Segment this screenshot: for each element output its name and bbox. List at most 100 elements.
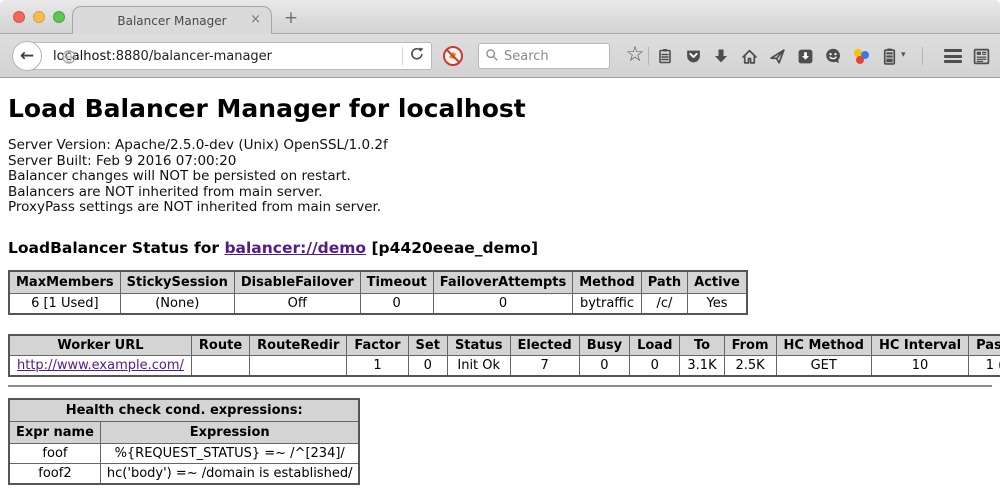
health-check-table: Health check cond. expressions: Expr nam… [8, 398, 360, 485]
cell-elected: 7 [510, 355, 579, 376]
column-header: Load [630, 335, 680, 356]
cell-hc-method: GET [776, 355, 871, 376]
status-suffix: [p4420eeae_demo] [366, 239, 538, 257]
table-header-row: Worker URL Route RouteRedir Factor Set S… [9, 335, 1000, 356]
cell-expr-name: foof2 [9, 463, 100, 484]
cell-active: Yes [688, 293, 747, 314]
title-bar: Balancer Manager × + [0, 0, 1000, 34]
back-button[interactable]: ← [12, 41, 42, 71]
server-info-block: Server Version: Apache/2.5.0-dev (Unix) … [8, 138, 992, 216]
balancer-status-heading: LoadBalancer Status for balancer://demo … [8, 239, 992, 257]
table-row: foof2 hc('body') =~ /domain is establish… [9, 463, 359, 484]
cell-busy: 0 [579, 355, 629, 376]
table-row: http://www.example.com/ 1 0 Init Ok 7 0 … [9, 355, 1000, 376]
column-header: Elected [510, 335, 579, 356]
column-header: Path [641, 271, 687, 294]
globe-icon [61, 49, 77, 69]
search-input[interactable] [504, 49, 599, 64]
server-built-line: Server Built: Feb 9 2016 07:00:20 [8, 154, 992, 170]
cell-factor: 1 [347, 355, 408, 376]
menu-hamburger-icon[interactable] [944, 49, 962, 63]
toolbar-divider [648, 47, 649, 65]
section-divider [8, 385, 992, 387]
url-text[interactable]: localhost:8880/balancer-manager [53, 49, 272, 64]
cell-hc-interval: 10 [871, 355, 968, 376]
cell-expr-name: foof [9, 443, 100, 463]
column-header: RouteRedir [250, 335, 347, 356]
table-header-row: MaxMembers StickySession DisableFailover… [9, 271, 747, 294]
cell-disablefailover: Off [234, 293, 360, 314]
cell-stickysession: (None) [120, 293, 234, 314]
inherit-notice-line: Balancers are NOT inherited from main se… [8, 185, 992, 201]
close-window-button[interactable] [13, 11, 25, 23]
search-box[interactable] [478, 43, 610, 69]
column-header: HC Interval [871, 335, 968, 356]
status-prefix: LoadBalancer Status for [8, 239, 224, 257]
clipboard-icon[interactable] [656, 47, 674, 65]
cell-passes: 1 (0) [969, 355, 1000, 376]
new-tab-button[interactable]: + [280, 8, 302, 28]
cell-from: 2.5K [724, 355, 776, 376]
cell-load: 0 [630, 355, 680, 376]
column-header: Status [447, 335, 510, 356]
table-row: 6 [1 Used] (None) Off 0 0 bytraffic /c/ … [9, 293, 747, 314]
search-icon [485, 47, 499, 66]
minimize-window-button[interactable] [33, 11, 45, 23]
tab-balancer-manager[interactable]: Balancer Manager × [72, 6, 272, 34]
persist-notice-line: Balancer changes will NOT be persisted o… [8, 169, 992, 185]
zoom-window-button[interactable] [53, 11, 65, 23]
column-header: Worker URL [9, 335, 191, 356]
column-header: Busy [579, 335, 629, 356]
column-header: Expression [100, 421, 359, 443]
tab-close-icon[interactable]: × [250, 12, 261, 28]
cell-maxmembers: 6 [1 Used] [9, 293, 120, 314]
pocket-icon[interactable] [684, 47, 702, 65]
cell-path: /c/ [641, 293, 687, 314]
cell-expression: %{REQUEST_STATUS} =~ /^[234]/ [100, 443, 359, 463]
bookmark-star-icon[interactable]: ☆ [626, 45, 644, 63]
plugin-blocked-icon[interactable] [442, 45, 464, 67]
downloads-icon[interactable] [712, 47, 730, 65]
column-header: HC Method [776, 335, 871, 356]
worker-url-link[interactable]: http://www.example.com/ [17, 358, 184, 373]
colored-dots-icon[interactable] [852, 47, 870, 65]
send-plane-icon[interactable] [768, 47, 786, 65]
toolbar-divider [922, 47, 923, 65]
url-bar[interactable]: localhost:8880/balancer-manager [28, 42, 432, 70]
column-header: Route [191, 335, 249, 356]
home-icon[interactable] [740, 47, 758, 65]
column-header: Method [573, 271, 641, 294]
forum-smiley-icon[interactable] [824, 47, 842, 65]
chevron-down-icon[interactable]: ▾ [901, 50, 906, 60]
tab-title: Balancer Manager [117, 14, 226, 28]
balancer-demo-link[interactable]: balancer://demo [224, 239, 366, 257]
column-header: FailoverAttempts [433, 271, 573, 294]
reload-icon[interactable] [403, 46, 431, 66]
cell-failoverattempts: 0 [433, 293, 573, 314]
table-header-row: Expr name Expression [9, 421, 359, 443]
download-panel-icon[interactable] [796, 47, 814, 65]
column-header: MaxMembers [9, 271, 120, 294]
url-path: :8880/balancer-manager [111, 49, 272, 64]
column-header: Factor [347, 335, 408, 356]
cell-routeredir [250, 355, 347, 376]
archive-battery-icon[interactable] [880, 47, 898, 65]
colored-dots [853, 48, 869, 64]
health-table-title: Health check cond. expressions: [9, 399, 359, 422]
cell-set: 0 [408, 355, 447, 376]
pages-grid-icon[interactable] [972, 47, 990, 65]
balancer-summary-table: MaxMembers StickySession DisableFailover… [8, 270, 748, 315]
column-header: Expr name [9, 421, 100, 443]
proxypass-notice-line: ProxyPass settings are NOT inherited fro… [8, 200, 992, 216]
worker-table: Worker URL Route RouteRedir Factor Set S… [8, 334, 1000, 377]
back-icon: ← [20, 46, 34, 66]
page-title: Load Balancer Manager for localhost [8, 94, 992, 123]
cell-expression: hc('body') =~ /domain is established/ [100, 463, 359, 484]
browser-window: Balancer Manager × + ← localhost:8880/ba… [0, 0, 1000, 491]
cell-timeout: 0 [360, 293, 433, 314]
cell-route [191, 355, 249, 376]
column-header: To [680, 335, 724, 356]
navigation-toolbar: ← localhost:8880/balancer-manager [0, 34, 1000, 78]
table-row: foof %{REQUEST_STATUS} =~ /^[234]/ [9, 443, 359, 463]
column-header: From [724, 335, 776, 356]
